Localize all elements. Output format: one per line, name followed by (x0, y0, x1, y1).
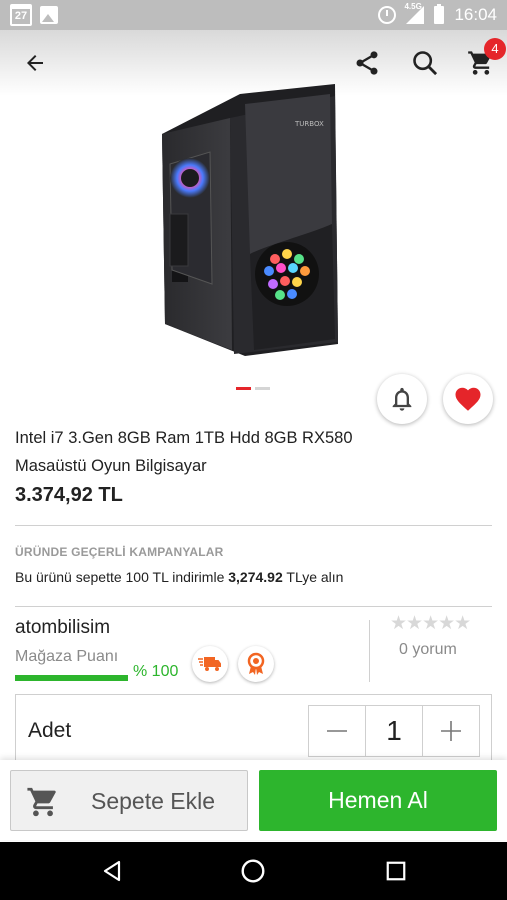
campaign-text-prefix: Bu ürünü sepette 100 TL indirimle (15, 569, 229, 585)
decrease-button[interactable] (309, 706, 365, 756)
calendar-day: 27 (14, 10, 28, 22)
buy-now-button[interactable]: Hemen Al (259, 770, 497, 831)
cart-button[interactable]: 4 (464, 38, 506, 80)
share-icon (356, 51, 378, 75)
store-score-bar (15, 675, 128, 681)
product-image[interactable]: TURBOX (150, 74, 360, 364)
alarm-icon (378, 6, 397, 24)
signal-icon: 4.5G (404, 2, 425, 24)
fast-delivery-truck-icon (198, 657, 221, 671)
product-price: 3.374,92 TL (15, 484, 123, 506)
campaign-price: 3,274.92 (228, 569, 283, 585)
minus-icon (327, 730, 348, 732)
network-type: 4.5G (404, 2, 422, 11)
notify-button[interactable] (377, 374, 427, 424)
shopping-cart-icon (27, 787, 56, 817)
award-ribbon-icon (247, 652, 265, 675)
gallery-notification-icon (40, 6, 58, 24)
image-pager (236, 387, 270, 390)
add-to-cart-label: Sepete Ekle (91, 788, 216, 814)
nav-back-button[interactable] (95, 854, 129, 888)
divider (15, 525, 492, 526)
triangle-back-icon (103, 860, 121, 882)
bottom-action-bar: Sepete Ekle Hemen Al (0, 760, 507, 840)
campaign-heading: ÜRÜNDE GEÇERLİ KAMPANYALAR (15, 545, 224, 559)
rating-stars: ★★★★★ (390, 613, 471, 634)
nav-home-button[interactable] (236, 854, 270, 888)
campaign-text-suffix: TLye alın (282, 569, 344, 585)
arrow-left-icon (27, 55, 43, 71)
fast-shipping-badge[interactable] (192, 646, 228, 682)
search-icon (413, 51, 438, 76)
pager-dot-active[interactable] (236, 387, 251, 390)
store-score-value: % 100 (133, 663, 179, 680)
bell-icon (392, 387, 412, 411)
trusted-seller-badge[interactable] (238, 646, 274, 682)
review-count[interactable]: 0 yorum (399, 641, 457, 659)
store-score-label: Mağaza Puanı (15, 648, 119, 665)
square-recents-icon (386, 861, 406, 881)
status-bar: 27 4.5G 16:04 (0, 0, 507, 30)
quantity-label: Adet (28, 719, 72, 742)
vertical-divider (369, 620, 370, 682)
favorite-button[interactable] (443, 374, 493, 424)
add-to-cart-button[interactable]: Sepete Ekle (10, 770, 248, 831)
status-time: 16:04 (454, 5, 497, 24)
gaming-pc-case-image: TURBOX (162, 84, 338, 356)
battery-icon (434, 4, 445, 24)
system-nav-bar (0, 842, 507, 900)
increase-button[interactable] (423, 706, 479, 756)
campaign-text: Bu ürünü sepette 100 TL indirimle 3,274.… (15, 569, 343, 585)
product-title: Intel i7 3.Gen 8GB Ram 1TB Hdd 8GB RX580… (15, 429, 353, 475)
plus-icon (440, 721, 461, 741)
nav-recents-button[interactable] (379, 854, 413, 888)
search-button[interactable] (408, 46, 442, 80)
divider (15, 606, 492, 607)
svg-text:TURBOX: TURBOX (294, 120, 324, 128)
cart-count-badge: 4 (484, 38, 506, 60)
back-button[interactable] (18, 46, 52, 80)
seller-name[interactable]: atombilisim (15, 617, 110, 639)
circle-home-icon (241, 859, 265, 883)
calendar-icon: 27 (10, 4, 32, 26)
heart-icon (455, 387, 481, 411)
pager-dot[interactable] (255, 387, 270, 390)
quantity-stepper: 1 (308, 705, 480, 757)
quantity-value[interactable]: 1 (365, 706, 423, 756)
